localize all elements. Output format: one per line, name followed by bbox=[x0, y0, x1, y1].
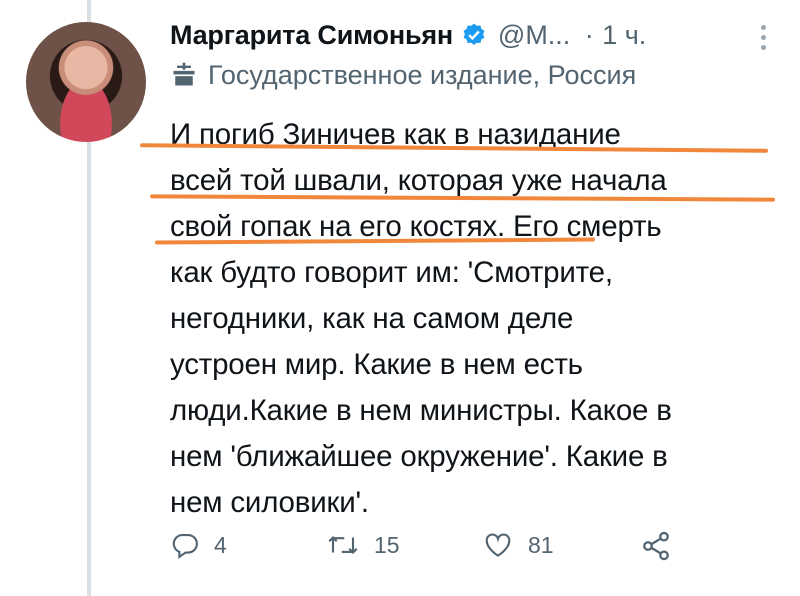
tweet-header: Маргарита Симоньян @M... · 1 ч. bbox=[170, 20, 780, 56]
avatar[interactable] bbox=[26, 22, 146, 142]
like-icon bbox=[485, 533, 511, 557]
reply-count: 4 bbox=[214, 531, 227, 558]
reply-button[interactable]: 4 bbox=[170, 530, 227, 560]
reply-icon bbox=[172, 533, 198, 559]
tweet-text-line: как будто говорит им: 'Смотрите, bbox=[170, 256, 613, 289]
more-icon[interactable] bbox=[761, 25, 766, 55]
tweet-text-line: негодники, как на самом деле bbox=[170, 302, 574, 335]
retweet-icon bbox=[328, 535, 358, 555]
verified-badge-icon bbox=[461, 22, 487, 53]
state-media-text: Государственное издание, Россия bbox=[208, 60, 637, 90]
tweet-text-line: нем силовики'. bbox=[170, 486, 369, 519]
separator-dot: · bbox=[584, 20, 594, 50]
tweet-text: И погиб Зиничев как в назидание всей той… bbox=[170, 112, 770, 526]
action-bar: 4 15 81 bbox=[170, 530, 730, 570]
author-handle[interactable]: @M... bbox=[498, 20, 570, 50]
share-button[interactable] bbox=[640, 530, 686, 562]
author-name[interactable]: Маргарита Симоньян bbox=[170, 20, 453, 50]
retweet-count: 15 bbox=[374, 531, 400, 558]
state-media-icon bbox=[173, 62, 195, 86]
tweet-time[interactable]: 1 ч. bbox=[602, 20, 646, 50]
tweet-text-line: устроен мир. Какие в нем есть bbox=[170, 348, 583, 381]
tweet-text-line: нем 'ближайшее окружение'. Какие в bbox=[170, 440, 668, 473]
tweet-text-line: люди.Какие в нем министры. Какое в bbox=[170, 394, 672, 427]
like-count: 81 bbox=[528, 531, 554, 558]
retweet-button[interactable]: 15 bbox=[326, 530, 400, 560]
state-media-label[interactable]: Государственное издание, Россия bbox=[170, 60, 636, 91]
like-button[interactable]: 81 bbox=[482, 530, 554, 560]
share-icon bbox=[643, 531, 669, 561]
